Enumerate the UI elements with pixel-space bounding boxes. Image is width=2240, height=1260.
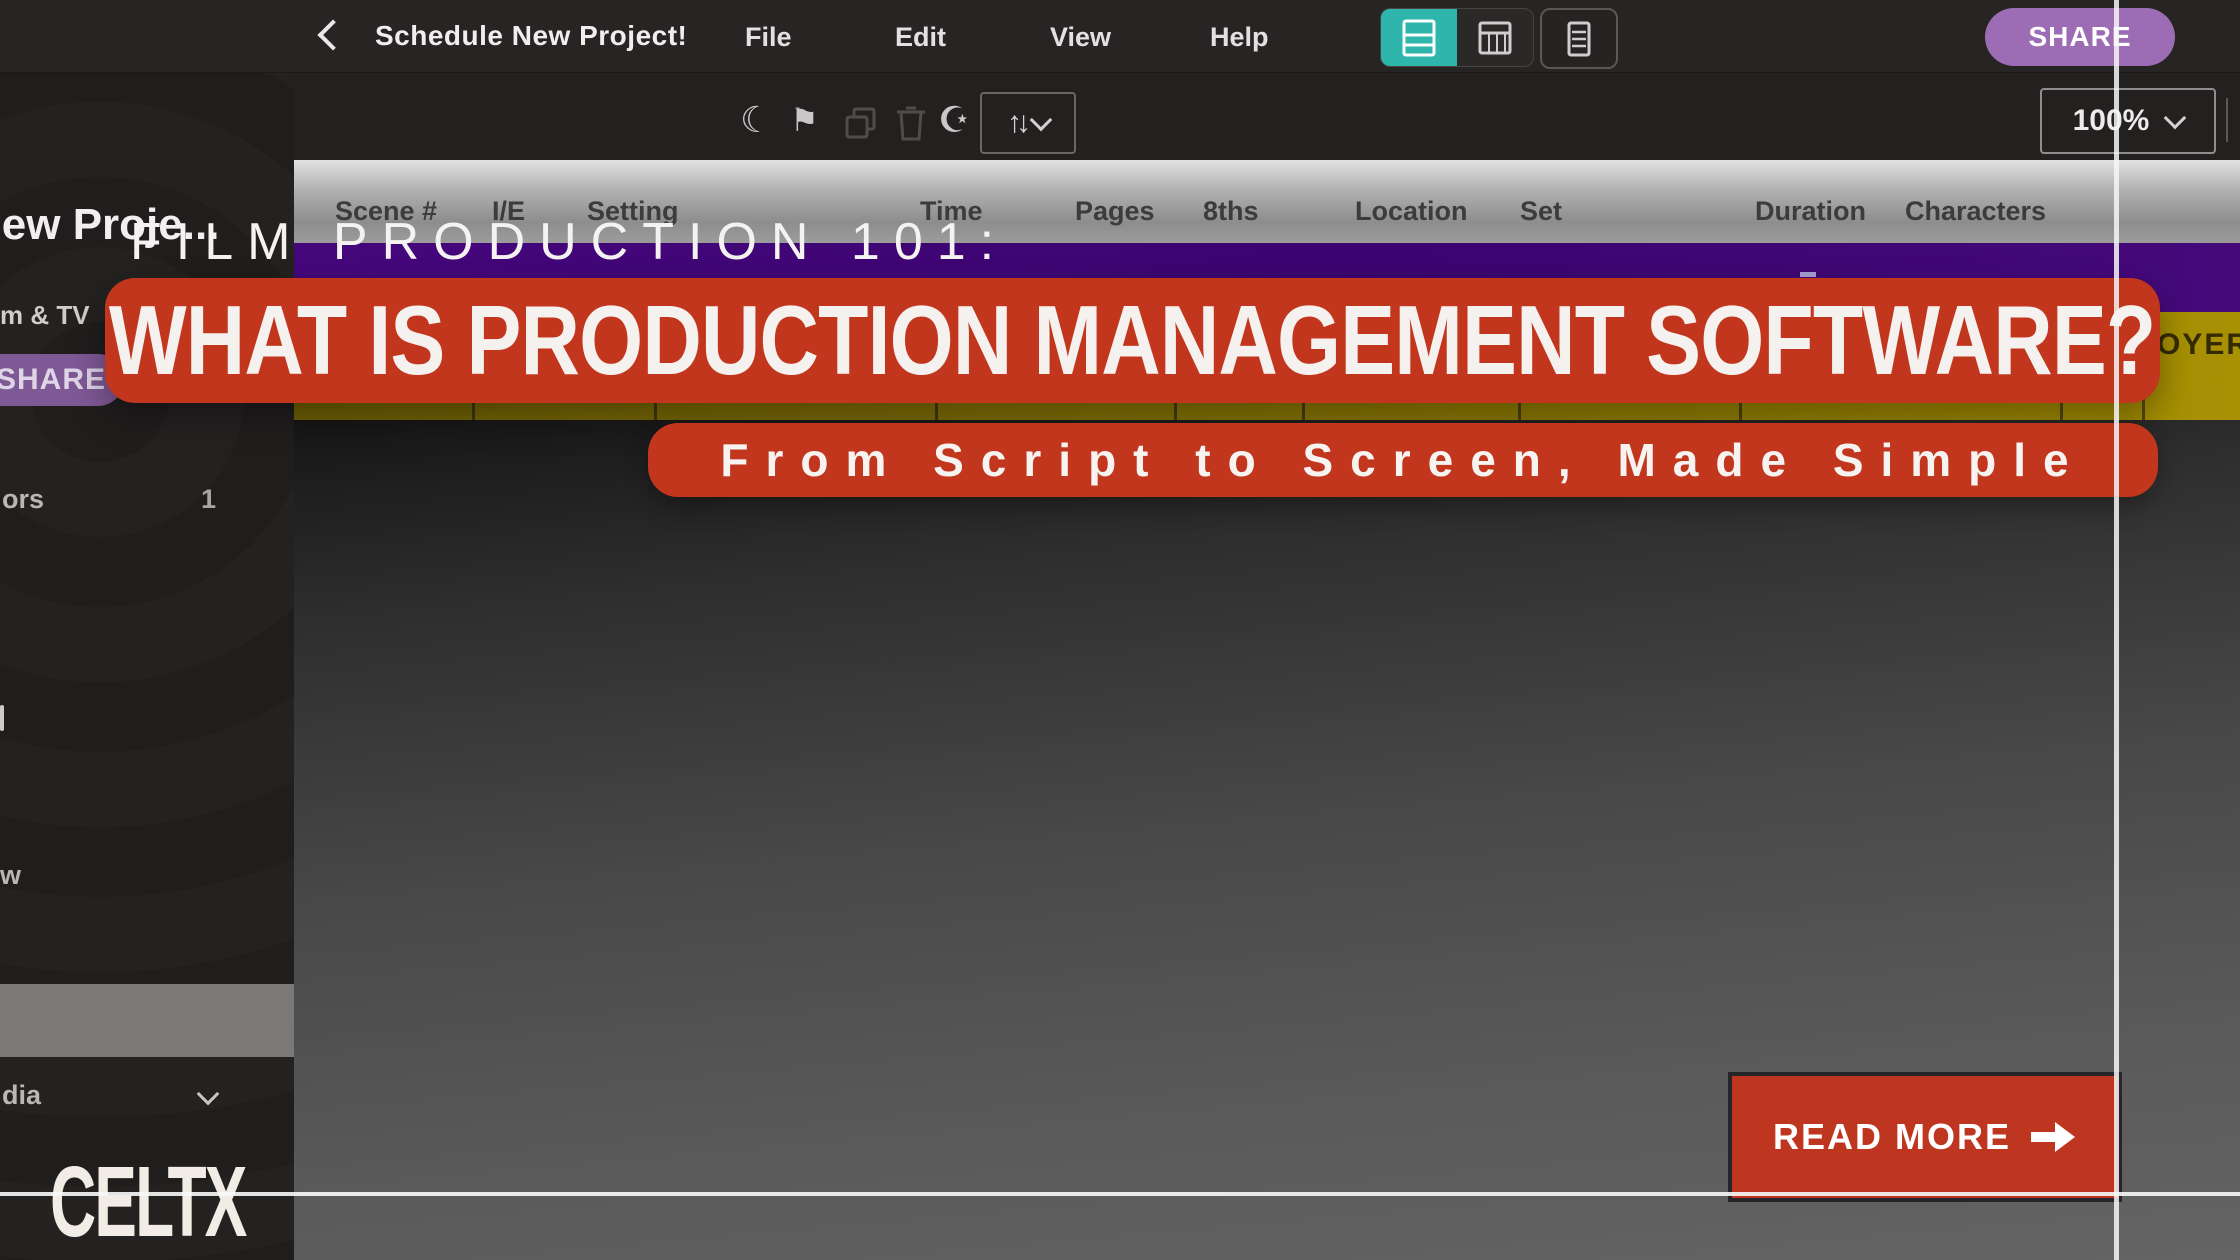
sidebar-item-media[interactable]: dia: [2, 1080, 41, 1111]
day-break-icon[interactable]: ☾: [740, 98, 772, 142]
subtitle-banner: From Script to Screen, Made Simple: [648, 423, 2158, 497]
strip-set-text: OYER: [2157, 328, 2240, 362]
chevron-down-icon: [197, 1083, 220, 1106]
subtitle-text: From Script to Screen, Made Simple: [720, 433, 2085, 487]
chevron-down-icon: [1030, 109, 1053, 132]
arrow-right-icon: [2031, 1120, 2077, 1154]
zoom-dropdown[interactable]: 100%: [2040, 88, 2216, 154]
calendar-grid-icon: [1478, 21, 1512, 55]
column-characters: Characters: [1905, 196, 2046, 227]
read-more-label: READ MORE: [1773, 1116, 2011, 1158]
headline-text: WHAT IS PRODUCTION MANAGEMENT SOFTWARE?: [109, 284, 2155, 397]
stripboard-view-button[interactable]: [1381, 9, 1457, 66]
duplicate-icon[interactable]: [843, 106, 879, 147]
collaborators-count-badge: 1: [201, 484, 216, 515]
moon-star-icon[interactable]: ☪: [938, 98, 970, 142]
sort-arrows-icon: ↑↓: [1007, 106, 1025, 140]
kicker-text: FILM PRODUCTION 101:: [130, 212, 1008, 272]
chevron-down-icon: [2164, 107, 2187, 130]
menu-edit[interactable]: Edit: [895, 22, 946, 53]
cursor-mark: [1800, 272, 1816, 277]
project-title-menu: Schedule New Project!: [375, 20, 687, 52]
vertical-guide-line: [2114, 0, 2119, 1260]
horizontal-guide-line: [0, 1192, 2240, 1196]
read-more-button[interactable]: READ MORE: [1728, 1072, 2122, 1202]
column-location: Location: [1355, 196, 1468, 227]
column-set: Set: [1520, 196, 1562, 227]
report-view-button[interactable]: [1540, 8, 1618, 69]
sidebar-selected-item[interactable]: [0, 984, 294, 1057]
trash-icon[interactable]: [895, 104, 927, 147]
menu-bar: Schedule New Project! File Edit View Hel…: [0, 0, 2240, 73]
sidebar-project-type: m & TV: [0, 300, 90, 331]
sidebar-item-collaborators[interactable]: ors: [2, 484, 44, 515]
zoom-value: 100%: [2073, 104, 2150, 138]
share-button[interactable]: SHARE: [1985, 8, 2175, 66]
menu-help[interactable]: Help: [1210, 22, 1269, 53]
headline-banner: WHAT IS PRODUCTION MANAGEMENT SOFTWARE?: [105, 278, 2160, 403]
stripboard-icon: [1402, 19, 1436, 57]
flag-icon[interactable]: ⚑: [790, 98, 819, 142]
column-8ths: 8ths: [1203, 196, 1259, 227]
column-duration: Duration: [1755, 196, 1866, 227]
calendar-view-button[interactable]: [1457, 9, 1533, 66]
sort-button[interactable]: ↑↓: [980, 92, 1076, 154]
thumbnail-canvas: Schedule New Project! File Edit View Hel…: [0, 0, 2240, 1260]
sidebar-item-w[interactable]: w: [0, 860, 21, 891]
report-icon: [1567, 21, 1591, 57]
toolbar-separator: [2226, 98, 2228, 142]
celtx-logo: CELTX: [50, 1152, 245, 1252]
view-toggle-group: [1380, 8, 1534, 67]
menu-file[interactable]: File: [745, 22, 792, 53]
menu-view[interactable]: View: [1050, 22, 1111, 53]
column-pages: Pages: [1075, 196, 1155, 227]
back-chevron-icon[interactable]: [317, 19, 348, 50]
truncated-item-glyph: [0, 705, 4, 731]
